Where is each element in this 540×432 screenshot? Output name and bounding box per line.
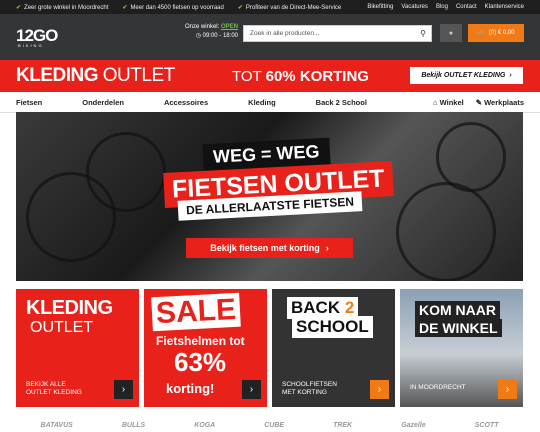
- chevron-right-icon: ›: [325, 243, 329, 253]
- usp-item: ✔ Meer dan 4500 fietsen op voorraad: [122, 4, 224, 11]
- logo[interactable]: 12GO BIKING: [16, 27, 76, 48]
- arrow-right-button[interactable]: ›: [370, 380, 389, 399]
- promo-tiles: KLEDING OUTLET BEKIJK ALLE OUTLET KLEDING…: [16, 289, 523, 407]
- chevron-right-icon: ›: [509, 72, 512, 79]
- tile-back-2-school[interactable]: BACK 2 SCHOOL SCHOOLFIETSEN MET KORTING ›: [272, 289, 395, 407]
- cart-icon: 🛒: [477, 30, 485, 37]
- bike-wheel-decoration: [436, 122, 506, 192]
- link-vacatures[interactable]: Vacatures: [401, 4, 428, 10]
- brand-logo[interactable]: BULLS: [122, 422, 145, 429]
- brand-logos: BATAVUS BULLS KOGA CUBE TREK Gazelle SCO…: [16, 422, 523, 429]
- clock-icon: ◷: [195, 33, 201, 39]
- cart-button[interactable]: 🛒 (0) € 0,00: [468, 24, 524, 42]
- check-icon: ✔: [122, 4, 128, 11]
- arrow-right-button[interactable]: ›: [242, 380, 261, 399]
- link-klantenservice[interactable]: Klantenservice: [485, 4, 524, 10]
- usp-item: ✔ Zeer grote winkel in Moordrecht: [16, 4, 109, 11]
- usp-list: ✔ Zeer grote winkel in Moordrecht ✔ Meer d…: [16, 4, 341, 11]
- tile-winkel[interactable]: KOM NAAR DE WINKEL IN MOORDRECHT ›: [400, 289, 523, 407]
- top-links: Bikefitting Vacatures Blog Contact Klant…: [367, 4, 524, 10]
- brand-logo[interactable]: SCOTT: [475, 422, 499, 429]
- brand-logo[interactable]: BATAVUS: [41, 422, 73, 429]
- link-blog[interactable]: Blog: [436, 4, 448, 10]
- search-input[interactable]: Zoek in alle producten... ⚲: [243, 25, 432, 42]
- outlet-banner[interactable]: KLEDING OUTLET TOT 60% KORTING Bekijk OU…: [0, 60, 540, 92]
- hero-banner[interactable]: WEG = WEG FIETSEN OUTLET DE ALLERLAATSTE…: [16, 112, 523, 281]
- nav-item-back2school[interactable]: Back 2 School: [316, 98, 367, 107]
- outlet-promo: TOT 60% KORTING: [232, 68, 369, 85]
- header: 12GO BIKING Onze winkel: OPEN ◷ 09:00 - 1…: [0, 14, 540, 60]
- outlet-title: KLEDING OUTLET: [16, 65, 175, 86]
- nav-item-kleding[interactable]: Kleding: [248, 98, 276, 107]
- tile-sale[interactable]: SALE Fietshelmen tot 63% korting! ›: [144, 289, 267, 407]
- nav-winkel[interactable]: ⌂ Winkel: [433, 98, 464, 107]
- check-icon: ✔: [16, 4, 22, 11]
- brand-logo[interactable]: CUBE: [264, 422, 284, 429]
- nav-werkplaats[interactable]: ✎ Werkplaats: [476, 98, 524, 107]
- user-icon: ●: [448, 29, 454, 37]
- main-nav: Fietsen Onderdelen Accessoires Kleding B…: [0, 92, 540, 113]
- home-icon: ⌂: [432, 98, 438, 107]
- wrench-icon: ✎: [475, 98, 483, 107]
- nav-item-accessoires[interactable]: Accessoires: [164, 98, 208, 107]
- hero-button[interactable]: Bekijk fietsen met korting ›: [186, 238, 353, 258]
- link-contact[interactable]: Contact: [456, 4, 477, 10]
- tile-kleding-outlet[interactable]: KLEDING OUTLET BEKIJK ALLE OUTLET KLEDING…: [16, 289, 139, 407]
- open-status: OPEN: [220, 24, 238, 30]
- arrow-right-button[interactable]: ›: [498, 380, 517, 399]
- bike-wheel-decoration: [86, 132, 166, 212]
- brand-logo[interactable]: TREK: [333, 422, 352, 429]
- top-info-bar: ✔ Zeer grote winkel in Moordrecht ✔ Meer d…: [0, 0, 540, 14]
- store-hours: Onze winkel: OPEN ◷ 09:00 - 18:00: [184, 24, 238, 39]
- nav-item-fietsen[interactable]: Fietsen: [16, 98, 42, 107]
- arrow-right-button[interactable]: ›: [114, 380, 133, 399]
- outlet-button[interactable]: Bekijk OUTLET KLEDING ›: [410, 67, 523, 84]
- brand-logo[interactable]: KOGA: [194, 422, 215, 429]
- bike-wheel-decoration: [396, 182, 496, 281]
- brand-logo[interactable]: Gazelle: [401, 422, 426, 429]
- usp-item: ✔ Profiteer van de Direct-Mee-Service: [237, 4, 342, 11]
- nav-item-onderdelen[interactable]: Onderdelen: [82, 98, 124, 107]
- link-bikefitting[interactable]: Bikefitting: [367, 4, 393, 10]
- check-icon: ✔: [237, 4, 243, 11]
- account-button[interactable]: ●: [440, 24, 462, 42]
- search-icon[interactable]: ⚲: [420, 29, 426, 38]
